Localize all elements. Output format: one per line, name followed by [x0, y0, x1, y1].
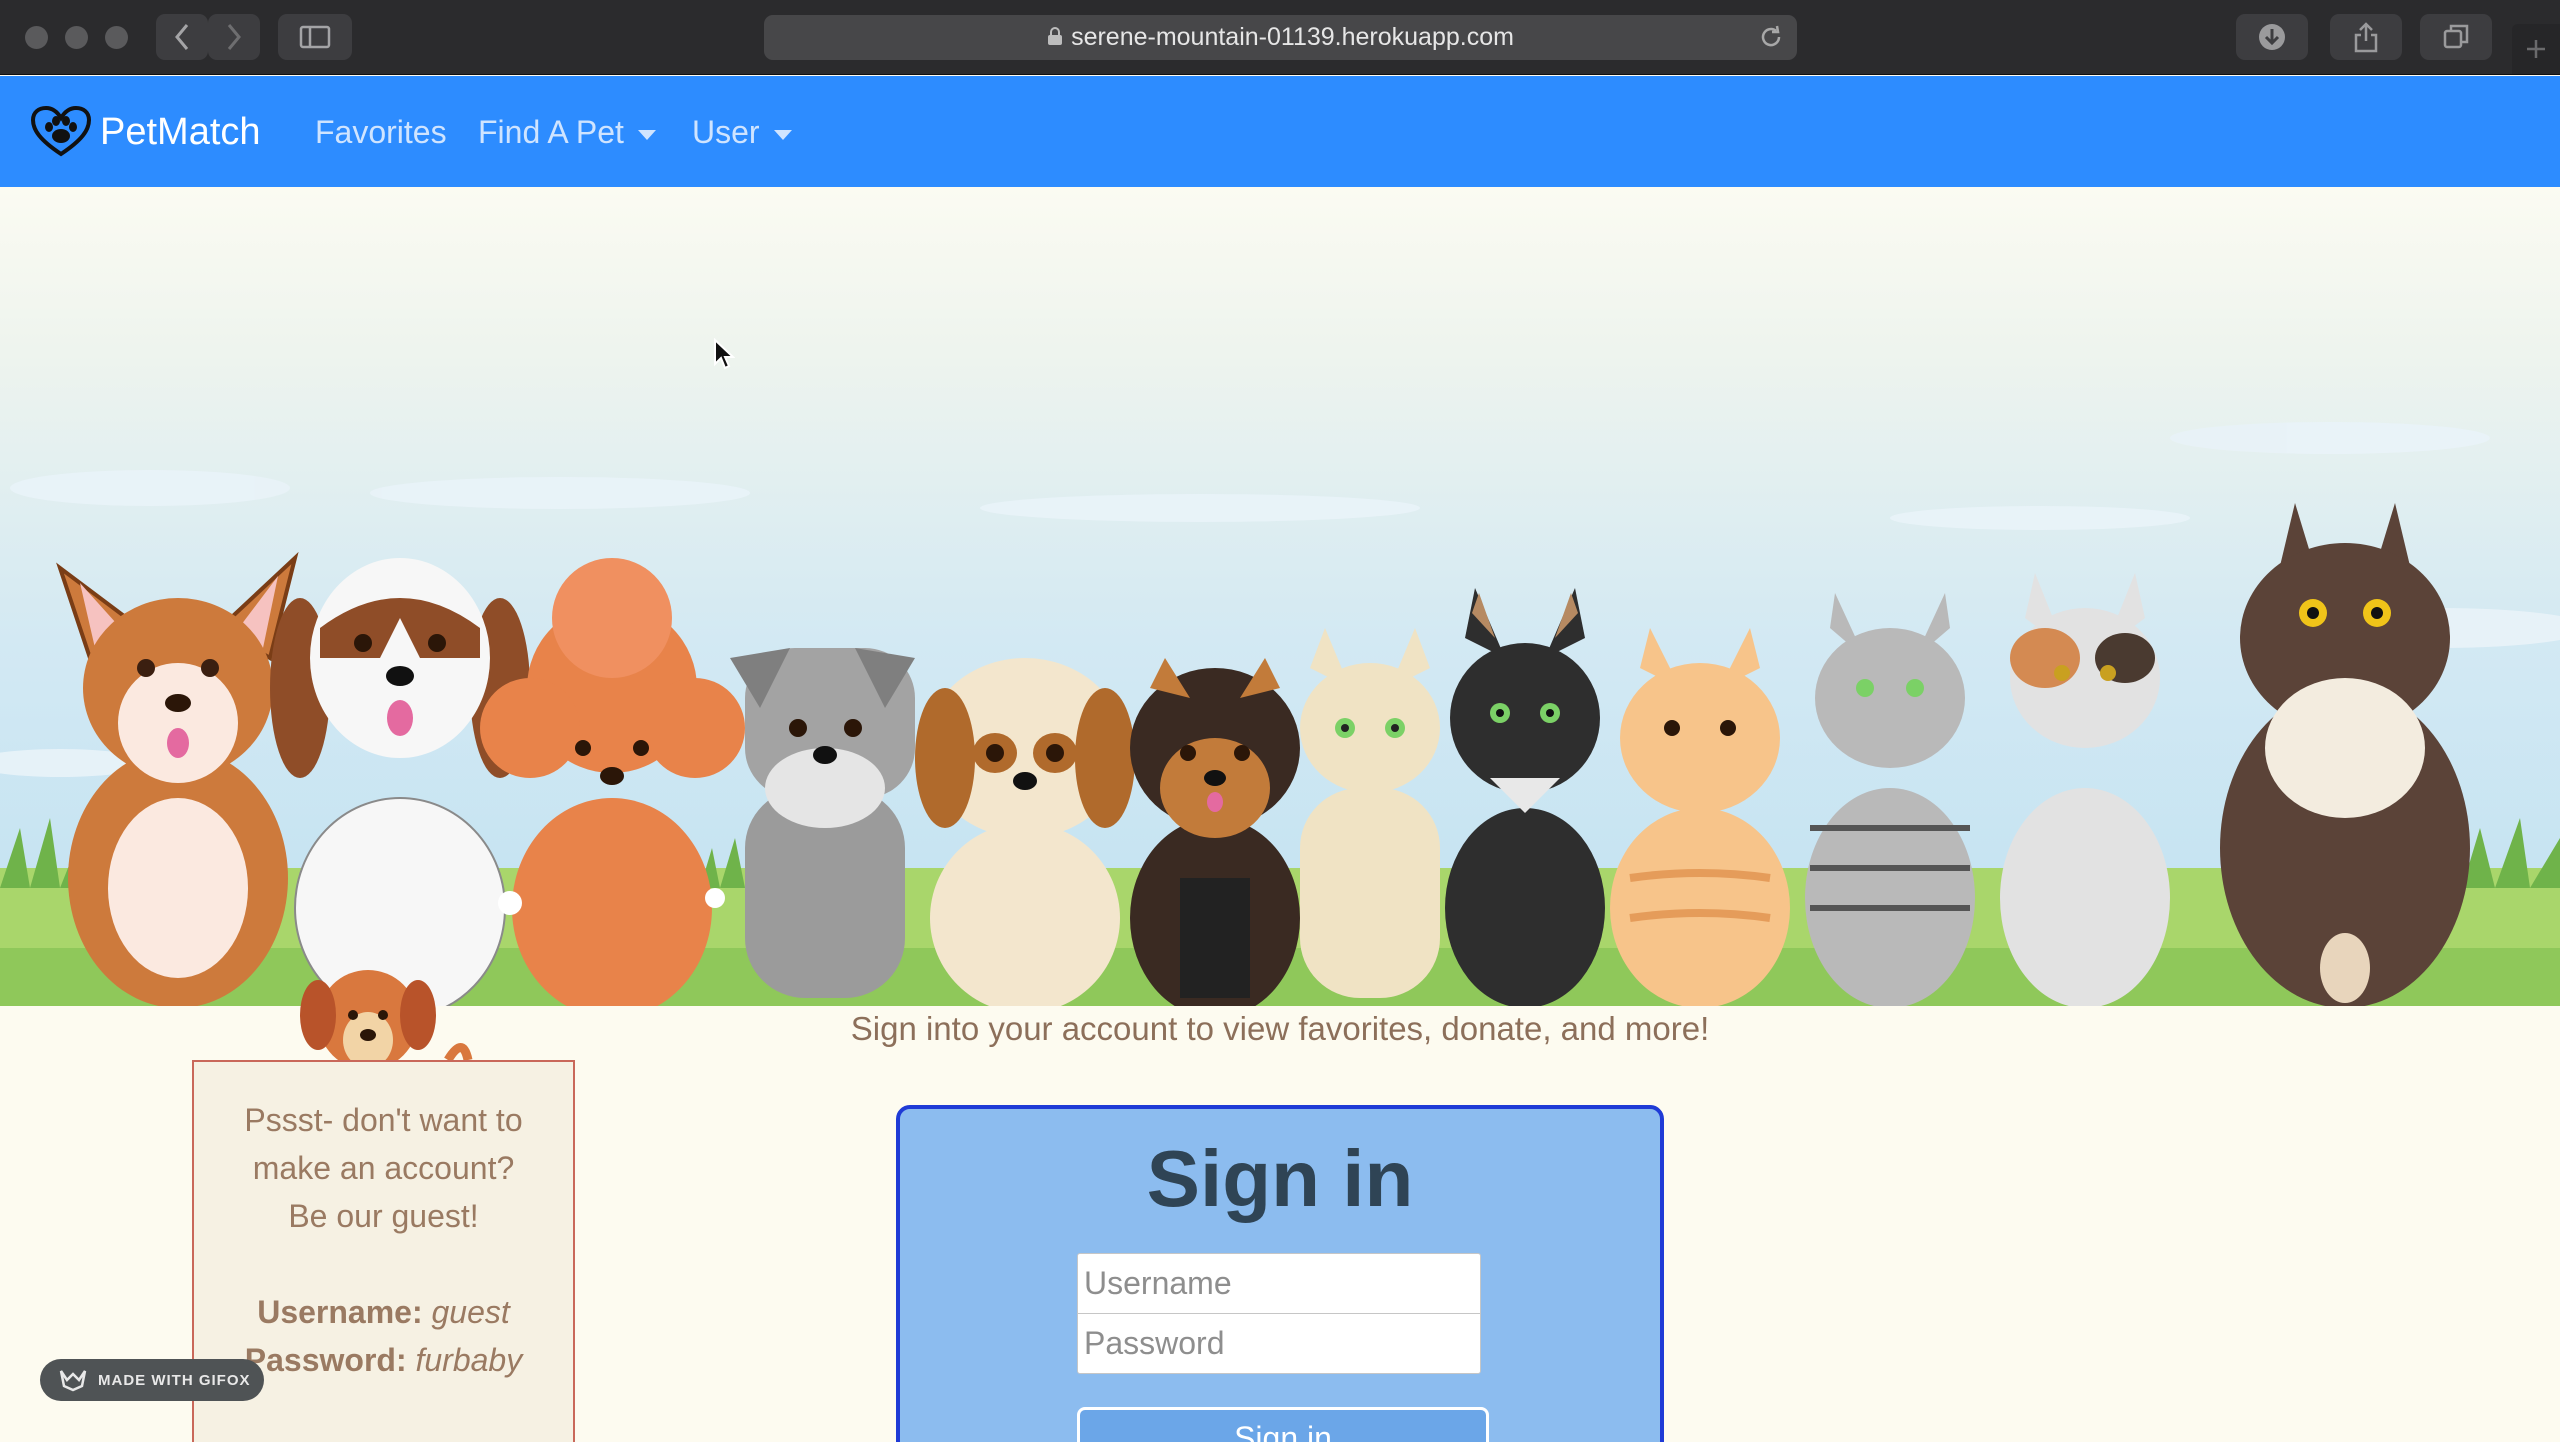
guest-username-value: guest — [431, 1294, 510, 1330]
sidebar-button[interactable] — [278, 14, 352, 60]
site-navbar: PetMatch Favorites Find A Pet User — [0, 76, 2560, 187]
note-line: make an account? — [252, 1150, 515, 1186]
gifox-watermark: MADE WITH GIFOX — [40, 1359, 264, 1401]
paw-heart-logo-icon — [30, 106, 92, 157]
address-bar[interactable]: serene-mountain-01139.herokuapp.com — [764, 15, 1797, 60]
gifox-logo-icon — [59, 1370, 87, 1392]
nav-favorites[interactable]: Favorites — [315, 112, 447, 152]
plus-icon — [2527, 40, 2545, 58]
note-line: Pssst- don't want to — [244, 1102, 523, 1138]
close-window-button[interactable] — [25, 26, 48, 49]
new-tab-button[interactable] — [2512, 24, 2560, 74]
nav-user-dropdown[interactable]: User — [692, 112, 792, 152]
brand-link[interactable]: PetMatch — [30, 104, 261, 160]
minimize-window-button[interactable] — [65, 26, 88, 49]
caret-down-icon — [773, 129, 792, 140]
chevron-right-icon — [227, 24, 241, 50]
nav-user-label: User — [692, 114, 760, 150]
note-line: Be our guest! — [288, 1198, 479, 1234]
signin-title: Sign in — [1146, 1134, 1414, 1223]
chevron-left-icon — [175, 24, 189, 50]
forward-button[interactable] — [208, 14, 260, 60]
tabs-overview-icon — [2443, 24, 2469, 49]
download-icon — [2259, 24, 2285, 50]
guest-password-value: furbaby — [415, 1342, 523, 1378]
caret-down-icon — [637, 129, 656, 140]
zoom-window-button[interactable] — [105, 26, 128, 49]
back-button[interactable] — [156, 14, 208, 60]
signin-button[interactable]: Sign in — [1077, 1407, 1489, 1442]
reload-icon[interactable] — [1757, 23, 1785, 51]
share-icon — [2354, 22, 2378, 53]
guest-password-label: Password: — [244, 1342, 407, 1378]
url-text: serene-mountain-01139.herokuapp.com — [1071, 23, 1514, 51]
mouse-cursor-icon — [714, 338, 735, 370]
signin-card: Sign in Sign in — [896, 1105, 1664, 1442]
password-input[interactable] — [1077, 1313, 1481, 1374]
share-button[interactable] — [2330, 14, 2402, 60]
gifox-watermark-text: MADE WITH GIFOX — [98, 1371, 251, 1389]
tabs-button[interactable] — [2420, 14, 2492, 60]
sidebar-icon — [299, 25, 331, 49]
browser-toolbar: serene-mountain-01139.herokuapp.com — [0, 0, 2560, 75]
pets-lineup-illustration — [0, 422, 2560, 1006]
username-input[interactable] — [1077, 1253, 1481, 1314]
downloads-button[interactable] — [2236, 14, 2308, 60]
nav-find-a-pet-dropdown[interactable]: Find A Pet — [478, 112, 656, 152]
lock-icon — [1048, 27, 1063, 46]
hero-banner — [0, 188, 2560, 1006]
guest-username-label: Username: — [257, 1294, 423, 1330]
nav-find-a-pet-label: Find A Pet — [478, 114, 624, 150]
brand-name: PetMatch — [100, 110, 261, 153]
